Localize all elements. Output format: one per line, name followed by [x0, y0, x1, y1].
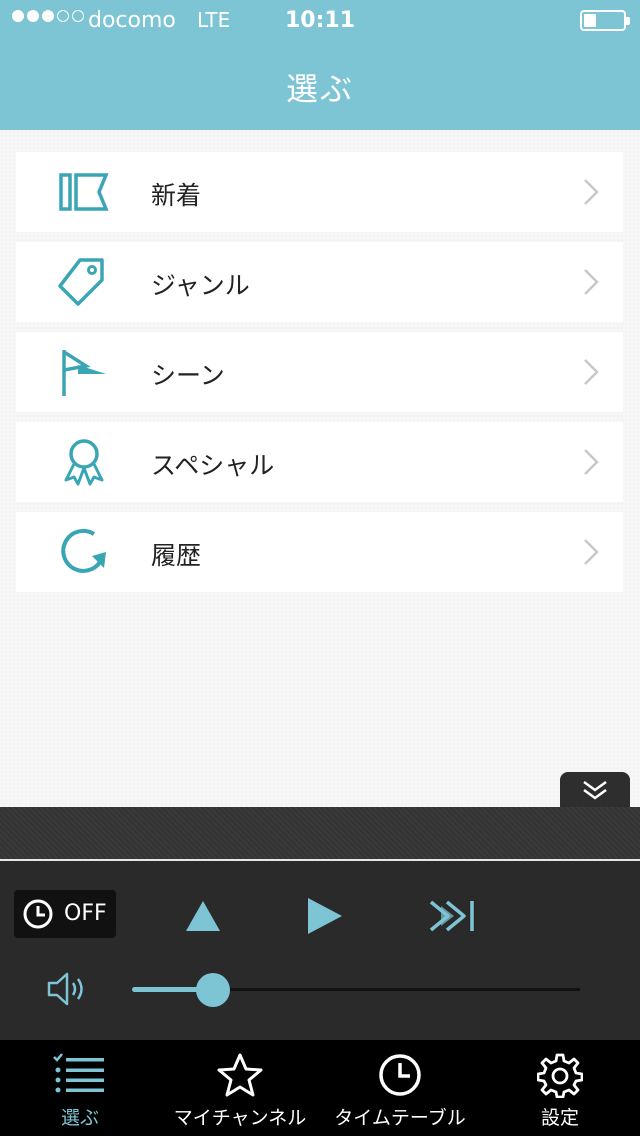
- skip-next-icon[interactable]: [428, 899, 476, 933]
- menu-item-history[interactable]: 履歴: [16, 512, 623, 592]
- navigation-bar: 選ぶ: [0, 40, 640, 130]
- page-title: 選ぶ: [285, 70, 354, 108]
- menu-item-genre[interactable]: ジャンル: [16, 242, 623, 322]
- clock-icon: [379, 1054, 421, 1096]
- tab-settings[interactable]: 設定: [480, 1040, 640, 1136]
- tab-label: 選ぶ: [60, 1107, 99, 1129]
- star-icon: [217, 1053, 263, 1097]
- battery-icon: [580, 10, 630, 31]
- menu-item-label: 新着: [151, 181, 202, 210]
- volume-slider-thumb[interactable]: [196, 973, 230, 1007]
- menu-item-label: シーン: [151, 361, 225, 390]
- tab-label: 設定: [540, 1107, 579, 1129]
- menu-item-new[interactable]: 新着: [16, 152, 623, 232]
- gear-icon: [537, 1053, 583, 1098]
- tab-bar: 選ぶ マイチャンネル タイムテーブル 設定: [0, 1040, 640, 1136]
- volume-slider[interactable]: [132, 973, 580, 1007]
- status-time: 10:11: [284, 8, 356, 33]
- list-check-icon: [53, 1053, 104, 1093]
- content-area: 新着 ジャンル シーン スペシャル 履歴: [0, 130, 640, 807]
- flag-icon: [62, 350, 106, 396]
- menu-item-label: 履歴: [151, 541, 202, 570]
- chevron-right-icon: [584, 539, 599, 565]
- tab-label: マイチャンネル: [173, 1107, 307, 1129]
- sleep-timer-label: OFF: [64, 901, 107, 926]
- player-controls: OFF: [0, 861, 640, 1040]
- tab-my-channel[interactable]: マイチャンネル: [160, 1040, 320, 1136]
- history-refresh-icon: [61, 528, 106, 573]
- play-icon[interactable]: [306, 896, 344, 936]
- collapse-player-button[interactable]: [560, 772, 630, 808]
- volume-icon[interactable]: [46, 971, 90, 1007]
- menu-list: 新着 ジャンル シーン スペシャル 履歴: [16, 152, 623, 602]
- new-arrivals-icon: [59, 173, 109, 211]
- sleep-timer-button[interactable]: OFF: [14, 890, 116, 938]
- chevron-right-icon: [584, 269, 599, 295]
- menu-item-special[interactable]: スペシャル: [16, 422, 623, 502]
- player-header-strip: [0, 807, 640, 859]
- tab-timetable[interactable]: タイムテーブル: [320, 1040, 480, 1136]
- menu-item-label: ジャンル: [151, 271, 250, 300]
- tag-icon: [58, 258, 104, 306]
- chevron-right-icon: [584, 179, 599, 205]
- chevron-right-icon: [584, 449, 599, 475]
- menu-item-label: スペシャル: [151, 451, 275, 480]
- timer-clock-icon: [23, 899, 53, 929]
- status-bar: docomo LTE 10:11: [0, 0, 640, 40]
- tab-select[interactable]: 選ぶ: [0, 1040, 160, 1136]
- chevron-right-icon: [584, 359, 599, 385]
- ribbon-award-icon: [64, 439, 104, 486]
- double-chevron-down-icon: [583, 780, 607, 800]
- tab-label: タイムテーブル: [334, 1107, 466, 1129]
- eject-up-icon[interactable]: [184, 899, 222, 933]
- menu-item-scene[interactable]: シーン: [16, 332, 623, 412]
